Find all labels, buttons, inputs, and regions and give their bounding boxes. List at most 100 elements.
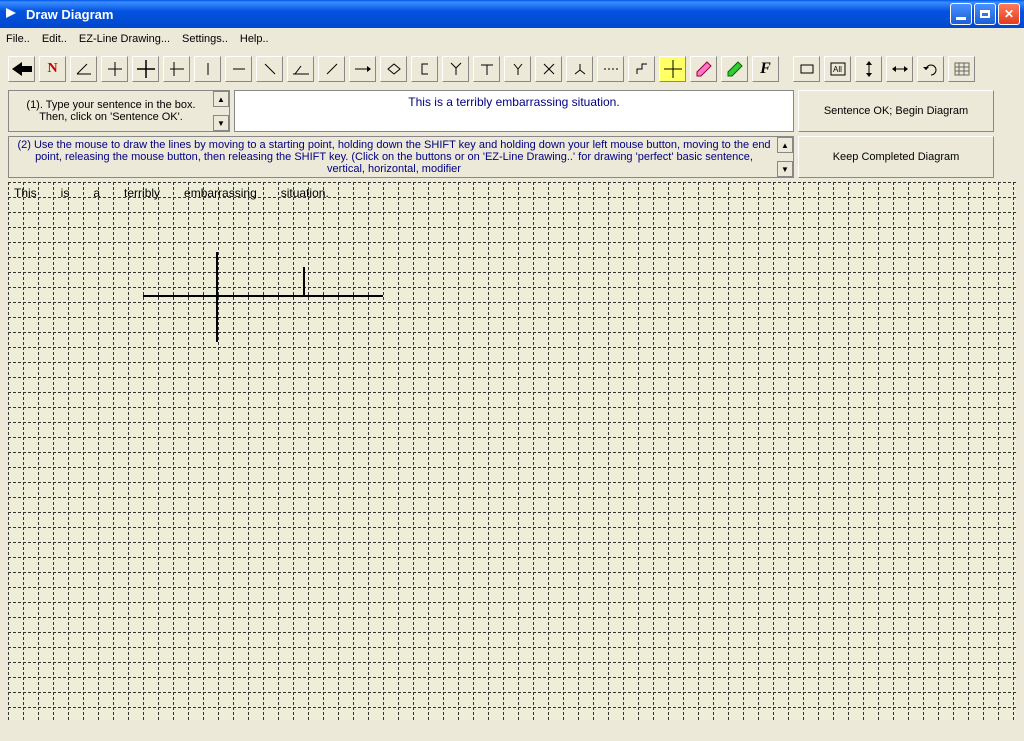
diagram-canvas[interactable]: This is a terribly embarrassing situatio…	[8, 182, 1016, 720]
window-controls: ✕	[950, 3, 1020, 25]
maximize-button[interactable]	[974, 3, 996, 25]
tool-move-horizontal-button[interactable]	[886, 56, 913, 82]
tool-move-vertical-button[interactable]	[855, 56, 882, 82]
tool-pencil-green-button[interactable]	[721, 56, 748, 82]
minimize-button[interactable]	[950, 3, 972, 25]
tool-n-button[interactable]: N	[39, 56, 66, 82]
diamond-icon	[386, 62, 402, 76]
menu-edit[interactable]: Edit..	[42, 33, 67, 45]
select-all-icon: All	[830, 62, 846, 76]
tool-arrow-button[interactable]	[349, 56, 376, 82]
tool-diag-up-button[interactable]	[318, 56, 345, 82]
menu-bar: File.. Edit.. EZ-Line Drawing... Setting…	[0, 28, 1024, 50]
instruction-step2-text: (2) Use the mouse to draw the lines by m…	[11, 139, 791, 175]
redo-icon	[923, 62, 939, 76]
instruction-step1: (1). Type your sentence in the box. Then…	[8, 90, 230, 132]
x-icon	[542, 62, 556, 76]
tool-rect-button[interactable]	[793, 56, 820, 82]
scroll-down-arrow[interactable]: ▼	[213, 115, 229, 131]
tool-vertical-line-button[interactable]	[194, 56, 221, 82]
toolbar: N F All	[0, 50, 1024, 88]
move-vertical-icon	[862, 61, 876, 77]
menu-help[interactable]: Help..	[240, 33, 269, 45]
green-pencil-icon	[726, 60, 744, 78]
grid-icon	[954, 62, 970, 76]
tool-f-button[interactable]: F	[752, 56, 779, 82]
tool-redo-button[interactable]	[917, 56, 944, 82]
crosshair-icon	[664, 60, 682, 78]
diag-horiz-icon	[293, 62, 309, 76]
horizontal-line-icon	[232, 62, 246, 76]
keep-diagram-label: Keep Completed Diagram	[833, 151, 960, 163]
cross-small-icon	[108, 62, 122, 76]
cross-alt-icon	[170, 62, 184, 76]
word-item[interactable]: terribly	[124, 186, 160, 200]
pink-pencil-icon	[695, 60, 713, 78]
vertical-line-icon	[201, 62, 215, 76]
arrow-right-icon	[355, 62, 371, 76]
branch-icon	[573, 62, 587, 76]
tool-horizontal-line-button[interactable]	[225, 56, 252, 82]
word-item[interactable]: embarrassing	[184, 186, 257, 200]
tool-pencil-pink-button[interactable]	[690, 56, 717, 82]
fork-up-icon	[449, 62, 463, 76]
word-bank: This is a terribly embarrassing situatio…	[14, 186, 329, 200]
cross-large-icon	[137, 60, 155, 78]
begin-diagram-button[interactable]: Sentence OK; Begin Diagram	[798, 90, 994, 132]
tool-select-all-button[interactable]: All	[824, 56, 851, 82]
sentence-input[interactable]: This is a terribly embarrassing situatio…	[234, 90, 794, 132]
sentence-text: This is a terribly embarrassing situatio…	[408, 95, 619, 109]
tool-cross-button[interactable]	[101, 56, 128, 82]
tool-angle-button[interactable]	[70, 56, 97, 82]
svg-text:All: All	[833, 65, 842, 74]
window-title: Draw Diagram	[26, 7, 950, 22]
instruction-area: (1). Type your sentence in the box. Then…	[0, 88, 1024, 182]
diagonal-up-icon	[325, 62, 339, 76]
word-item[interactable]: a	[93, 186, 100, 200]
tool-crosshair-button[interactable]	[659, 56, 686, 82]
word-item[interactable]: This	[14, 186, 37, 200]
scroll-up-arrow[interactable]: ▲	[213, 91, 229, 107]
tool-cross-large-button[interactable]	[132, 56, 159, 82]
back-arrow-icon	[12, 62, 32, 76]
y-icon	[511, 62, 525, 76]
tool-step-button[interactable]	[628, 56, 655, 82]
instruction-step2: (2) Use the mouse to draw the lines by m…	[8, 136, 794, 178]
title-bar: Draw Diagram ✕	[0, 0, 1024, 28]
step-icon	[635, 62, 649, 76]
tool-t-down-button[interactable]	[473, 56, 500, 82]
app-icon	[4, 6, 20, 22]
instruction-step1-text: (1). Type your sentence in the box. Then…	[11, 99, 227, 123]
tool-diagonal-button[interactable]	[256, 56, 283, 82]
tool-bracket-left-button[interactable]	[411, 56, 438, 82]
tool-diamond-button[interactable]	[380, 56, 407, 82]
tool-cross-alt-button[interactable]	[163, 56, 190, 82]
close-button[interactable]: ✕	[998, 3, 1020, 25]
menu-ez-line[interactable]: EZ-Line Drawing...	[79, 33, 170, 45]
move-horizontal-icon	[892, 62, 908, 76]
diagram-vertical-line-short	[303, 267, 305, 297]
rectangle-icon	[799, 62, 815, 76]
scroll-down-arrow-2[interactable]: ▼	[777, 161, 793, 177]
menu-file[interactable]: File..	[6, 33, 30, 45]
diagram-vertical-line-main	[216, 252, 218, 342]
diagram-horizontal-line	[143, 295, 383, 297]
word-item[interactable]: is	[61, 186, 70, 200]
keep-diagram-button[interactable]: Keep Completed Diagram	[798, 136, 994, 178]
begin-diagram-label: Sentence OK; Begin Diagram	[824, 105, 968, 117]
angle-icon	[75, 62, 93, 76]
tool-diag-horiz-button[interactable]	[287, 56, 314, 82]
back-arrow-button[interactable]	[8, 56, 35, 82]
bracket-left-icon	[418, 62, 432, 76]
tool-dotted-line-button[interactable]	[597, 56, 624, 82]
t-down-icon	[480, 62, 494, 76]
tool-branch-button[interactable]	[566, 56, 593, 82]
diagonal-down-icon	[263, 62, 277, 76]
menu-settings[interactable]: Settings..	[182, 33, 228, 45]
scroll-up-arrow-2[interactable]: ▲	[777, 137, 793, 153]
tool-grid-button[interactable]	[948, 56, 975, 82]
word-item[interactable]: situation.	[281, 186, 329, 200]
tool-y-button[interactable]	[504, 56, 531, 82]
tool-fork-up-button[interactable]	[442, 56, 469, 82]
tool-x-button[interactable]	[535, 56, 562, 82]
